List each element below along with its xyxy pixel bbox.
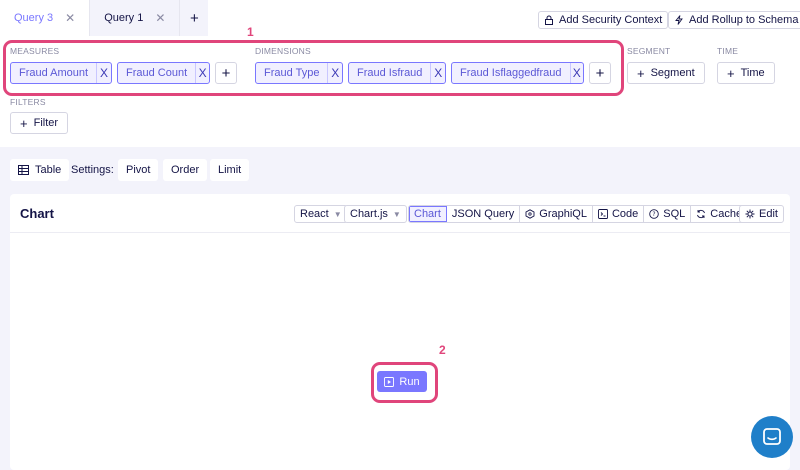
tab-label: JSON Query	[451, 208, 515, 220]
chart-card-header: Chart React ▼ Chart.js ▼ Chart JSON Quer…	[10, 194, 790, 233]
time-button-label: Time	[740, 67, 765, 79]
chevron-down-icon: ▼	[392, 209, 401, 219]
code-icon	[598, 209, 608, 219]
filters-label: FILTERS	[10, 97, 46, 107]
view-switcher: Chart JSON Query GraphiQL Code ? SQL Cac…	[408, 205, 749, 223]
add-rollup-button[interactable]: Add Rollup to Schema	[668, 11, 800, 29]
limit-button[interactable]: Limit	[210, 159, 250, 181]
pivot-button[interactable]: Pivot	[118, 159, 159, 181]
svg-text:?: ?	[653, 211, 656, 218]
tab-graphiql[interactable]: GraphiQL	[520, 206, 593, 222]
chart-library-select[interactable]: Chart.js ▼	[344, 205, 407, 223]
table-label: Table	[35, 164, 62, 176]
tab-label: Code	[611, 208, 639, 220]
settings-label: Settings:	[71, 164, 114, 176]
add-tab-button[interactable]: +	[180, 0, 209, 36]
order-button[interactable]: Order	[163, 159, 208, 181]
add-time-button[interactable]: + Time	[717, 62, 775, 84]
tab-code[interactable]: Code	[593, 206, 645, 222]
chevron-down-icon: ▼	[333, 209, 342, 219]
tab-sql[interactable]: ? SQL	[644, 206, 692, 222]
chat-launcher-button[interactable]	[751, 416, 793, 458]
edit-label: Edit	[759, 208, 778, 220]
tab-label: GraphiQL	[539, 208, 587, 220]
lock-icon	[545, 15, 553, 25]
segment-button-label: Segment	[650, 67, 695, 79]
cache-icon	[697, 209, 706, 219]
edit-button[interactable]: Edit	[739, 205, 784, 223]
query-tabs: Query 3 ✕ Query 1 ✕ +	[0, 0, 209, 36]
plus-icon: +	[190, 9, 199, 27]
annotation-box-1	[3, 40, 624, 96]
library-value: Chart.js	[350, 208, 388, 220]
table-icon	[18, 165, 29, 175]
sql-icon: ?	[649, 209, 660, 219]
filter-button-label: Filter	[33, 117, 59, 129]
add-security-context-button[interactable]: Add Security Context	[538, 11, 669, 29]
tab-label: Query 1	[104, 12, 144, 24]
close-icon[interactable]: ✕	[155, 11, 165, 25]
framework-select[interactable]: React ▼	[294, 205, 348, 223]
close-icon[interactable]: ✕	[65, 11, 75, 25]
rollup-label: Add Rollup to Schema	[689, 14, 799, 26]
tab-json-query[interactable]: JSON Query	[447, 206, 521, 222]
time-label: TIME	[717, 46, 739, 56]
chart-title: Chart	[20, 206, 54, 221]
chat-icon	[763, 428, 781, 445]
plus-icon: +	[637, 65, 645, 81]
add-filter-button[interactable]: + Filter	[10, 112, 69, 134]
tab-chart[interactable]: Chart	[409, 206, 447, 222]
add-segment-button[interactable]: + Segment	[627, 62, 705, 84]
annotation-number-1: 1	[247, 25, 254, 39]
edit-icon	[745, 209, 755, 219]
security-label: Add Security Context	[559, 14, 663, 26]
plus-icon: +	[20, 115, 28, 131]
tab-label: Cache	[710, 208, 743, 220]
tab-query-3[interactable]: Query 3 ✕	[0, 0, 91, 36]
rollup-icon	[675, 15, 683, 25]
tab-label: Query 3	[14, 12, 54, 24]
annotation-number-2: 2	[439, 343, 446, 357]
graphiql-icon	[525, 209, 535, 219]
annotation-box-2	[371, 362, 438, 403]
plus-icon: +	[727, 65, 735, 81]
tab-query-1[interactable]: Query 1 ✕	[90, 0, 181, 36]
chart-card: Chart React ▼ Chart.js ▼ Chart JSON Quer…	[10, 194, 790, 470]
table-view-button[interactable]: Table	[10, 159, 70, 181]
tab-label: Chart	[414, 208, 441, 220]
tab-label: SQL	[663, 208, 686, 220]
framework-value: React	[300, 208, 329, 220]
query-builder: Query 3 ✕ Query 1 ✕ + Add Security Conte…	[0, 0, 800, 147]
segment-label: SEGMENT	[627, 46, 671, 56]
